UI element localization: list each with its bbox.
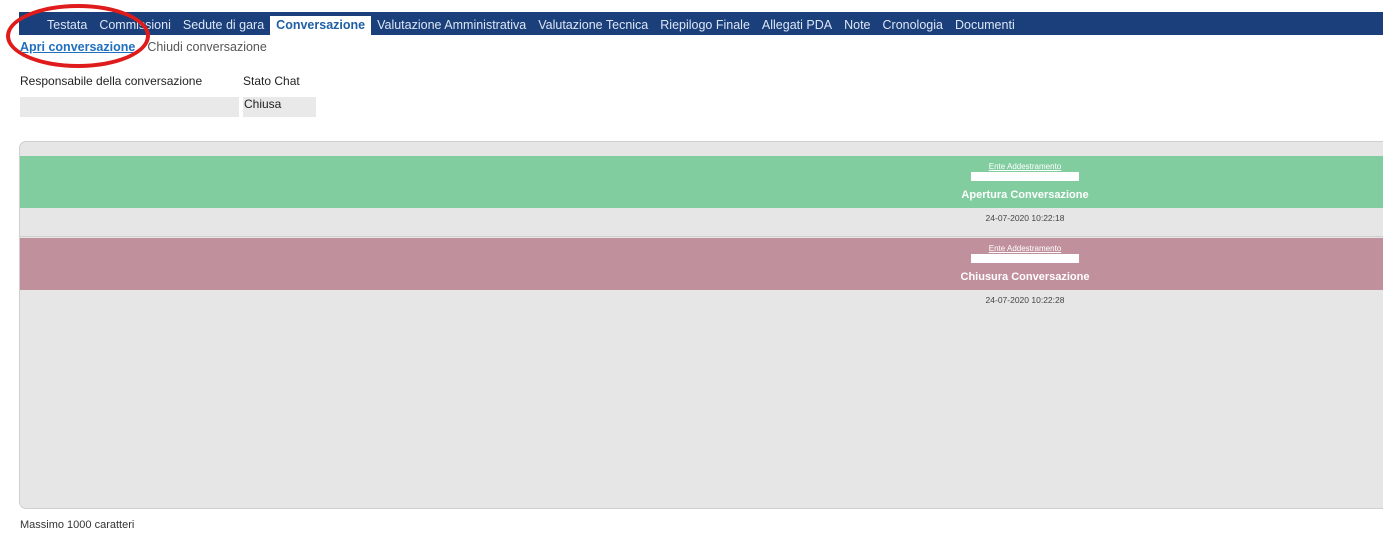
message-opening: Ente Addestramento Apertura Conversazion… [20, 156, 1383, 208]
message-title: Apertura Conversazione [961, 189, 1089, 201]
char-limit-note: Massimo 1000 caratteri [20, 519, 135, 531]
tab-riepilogo-finale[interactable]: Riepilogo Finale [654, 16, 756, 35]
tab-bar: Testata Commissioni Sedute di gara Conve… [19, 12, 1383, 35]
tab-commissioni[interactable]: Commissioni [93, 16, 177, 35]
tab-cronologia[interactable]: Cronologia [877, 16, 949, 35]
stato-chat-label: Stato Chat [243, 74, 300, 88]
conversation-actions: Apri conversazione Chiudi conversazione [20, 40, 267, 54]
message-timestamp: 24-07-2020 10:22:18 [985, 213, 1065, 223]
responsabile-label: Responsabile della conversazione [20, 74, 203, 88]
stato-chat-field: Chiusa [243, 97, 316, 117]
message-title: Chiusura Conversazione [960, 271, 1090, 283]
tab-documenti[interactable]: Documenti [949, 16, 1021, 35]
message-sender: Ente Addestramento [988, 162, 1062, 171]
redacted-block [971, 254, 1079, 263]
message-timestamp: 24-07-2020 10:22:28 [985, 295, 1065, 305]
open-conversation-link[interactable]: Apri conversazione [20, 40, 135, 54]
tab-valutazione-tecnica[interactable]: Valutazione Tecnica [532, 16, 654, 35]
chat-panel[interactable]: Ente Addestramento Apertura Conversazion… [19, 141, 1383, 509]
tab-list: Testata Commissioni Sedute di gara Conve… [41, 12, 1021, 35]
message-sender: Ente Addestramento [988, 244, 1062, 253]
responsabile-field [20, 97, 239, 117]
tab-testata[interactable]: Testata [41, 16, 93, 35]
close-conversation-link[interactable]: Chiudi conversazione [147, 40, 267, 54]
tab-conversazione[interactable]: Conversazione [270, 16, 372, 35]
tab-note[interactable]: Note [838, 16, 876, 35]
tab-sedute-di-gara[interactable]: Sedute di gara [177, 16, 270, 35]
redacted-block [971, 172, 1079, 181]
divider [20, 236, 1383, 237]
message-closing: Ente Addestramento Chiusura Conversazion… [20, 238, 1383, 290]
tab-valutazione-amministrativa[interactable]: Valutazione Amministrativa [371, 16, 532, 35]
tab-allegati-pda[interactable]: Allegati PDA [756, 16, 838, 35]
